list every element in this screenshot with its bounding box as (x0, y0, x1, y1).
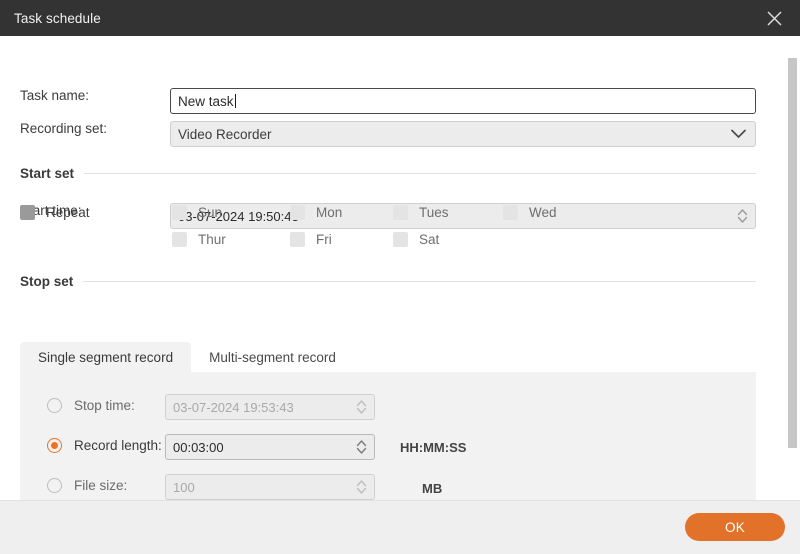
checkbox-box (503, 205, 518, 220)
checkbox-box (172, 205, 187, 220)
stop-time-label: Stop time: (74, 398, 135, 413)
stop-time-input[interactable]: 03-07-2024 19:53:43 (165, 394, 375, 420)
tab-label: Single segment record (38, 349, 174, 365)
day-checkbox-mon[interactable]: Mon (290, 205, 342, 220)
recording-set-label: Recording set: (20, 121, 108, 136)
dialog-footer: OK (0, 500, 800, 554)
task-name-input[interactable]: New task (170, 88, 756, 114)
checkbox-box (20, 205, 35, 220)
stop-time-value: 03-07-2024 19:53:43 (173, 399, 294, 415)
recording-set-value: Video Recorder (178, 126, 272, 142)
task-name-label: Task name: (20, 88, 90, 103)
record-length-input[interactable]: 00:03:00 (165, 434, 375, 460)
day-label: Fri (316, 232, 332, 247)
file-size-input[interactable]: 100 (165, 474, 375, 500)
stop-set-tabpanel: Single segment record Multi-segment reco… (20, 342, 756, 500)
radio-record-length[interactable] (47, 438, 62, 453)
chevron-down-icon (731, 129, 746, 139)
stop-set-section-header: Stop set (20, 274, 756, 289)
radio-stop-time[interactable] (47, 398, 62, 413)
record-length-value: 00:03:00 (173, 439, 224, 455)
scrollbar-thumb[interactable] (788, 58, 797, 448)
option-file-size[interactable]: File size: (47, 478, 127, 493)
checkbox-box (290, 232, 305, 247)
day-label: Tues (419, 205, 449, 220)
record-length-spinner[interactable] (356, 438, 367, 456)
start-set-title: Start set (20, 166, 75, 181)
day-checkbox-wed[interactable]: Wed (503, 205, 557, 220)
close-icon (766, 10, 783, 27)
option-stop-time[interactable]: Stop time: (47, 398, 135, 413)
ok-button[interactable]: OK (685, 513, 785, 541)
checkbox-box (393, 205, 408, 220)
day-label: Thur (198, 232, 226, 247)
recording-set-dropdown[interactable]: Video Recorder (170, 121, 756, 147)
record-length-label: Record length: (74, 438, 162, 453)
titlebar: Task schedule (0, 0, 800, 36)
record-length-unit: HH:MM:SS (400, 440, 467, 455)
tab-content-single-segment: Stop time: 03-07-2024 19:53:43 Record le… (20, 372, 756, 500)
option-record-length[interactable]: Record length: (47, 438, 162, 453)
file-size-value: 100 (173, 479, 195, 495)
day-checkbox-tues[interactable]: Tues (393, 205, 449, 220)
day-label: Mon (316, 205, 343, 220)
file-size-label: File size: (74, 478, 128, 493)
day-checkbox-thur[interactable]: Thur (172, 232, 226, 247)
recording-set-row: Recording set: (20, 121, 107, 136)
tab-label: Multi-segment record (209, 349, 336, 365)
tab-multi-segment-record[interactable]: Multi-segment record (191, 342, 354, 372)
start-time-input[interactable]: 03-07-2024 19:50:43 (170, 203, 756, 229)
day-label: Sun (198, 205, 223, 220)
section-divider (84, 173, 756, 174)
start-time-spinner[interactable] (737, 207, 748, 225)
repeat-label: Repeat (46, 205, 90, 220)
day-checkbox-sun[interactable]: Sun (172, 205, 222, 220)
tab-single-segment-record[interactable]: Single segment record (20, 342, 192, 372)
section-divider (83, 281, 756, 282)
checkbox-box (290, 205, 305, 220)
day-checkbox-sat[interactable]: Sat (393, 232, 439, 247)
repeat-checkbox[interactable]: Repeat (20, 205, 90, 220)
task-name-row: Task name: (20, 88, 89, 103)
task-name-value: New task (178, 93, 234, 109)
dialog-scroll-viewport: Task name: New task Recording set: Video… (0, 36, 800, 500)
day-label: Wed (529, 205, 557, 220)
stop-set-title: Stop set (20, 274, 74, 289)
stop-time-spinner[interactable] (356, 398, 367, 416)
checkbox-box (393, 232, 408, 247)
text-caret (234, 94, 236, 108)
tabstrip: Single segment record Multi-segment reco… (20, 342, 354, 372)
radio-file-size[interactable] (47, 478, 62, 493)
checkbox-box (172, 232, 187, 247)
file-size-spinner[interactable] (356, 478, 367, 496)
vertical-scrollbar[interactable] (788, 40, 797, 496)
file-size-unit: MB (422, 481, 443, 496)
day-label: Sat (419, 232, 440, 247)
close-button[interactable] (748, 0, 800, 36)
task-schedule-dialog: Task schedule Task name: New task Record… (0, 0, 800, 554)
day-checkbox-fri[interactable]: Fri (290, 232, 332, 247)
window-title: Task schedule (14, 10, 101, 26)
start-set-section-header: Start set (20, 166, 756, 181)
